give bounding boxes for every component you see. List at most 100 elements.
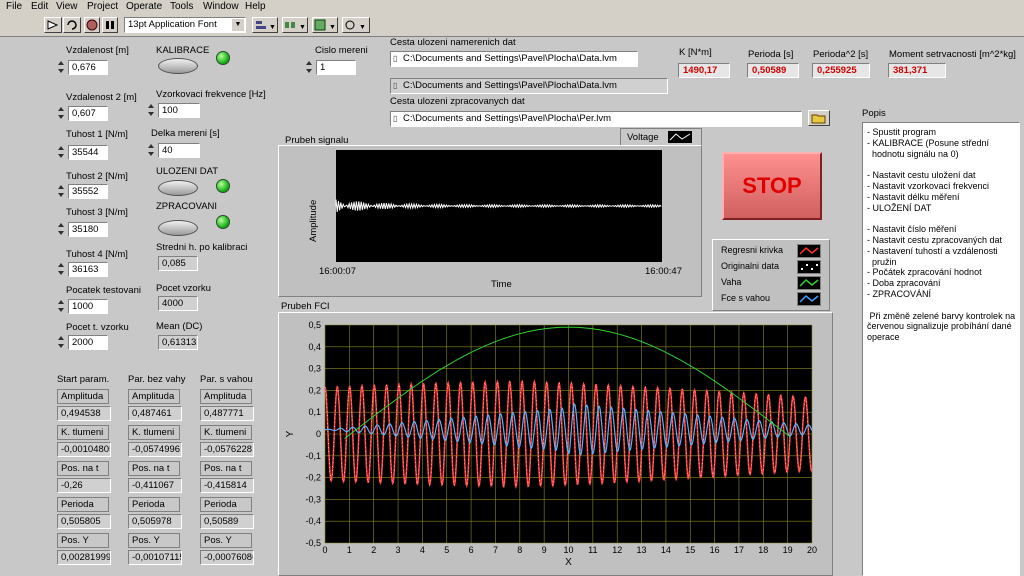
- menu-bar: File Edit View Project Operate Tools Win…: [0, 0, 1024, 14]
- legend-swatch[interactable]: [797, 260, 821, 274]
- param-label: K. tlumeni: [200, 425, 252, 440]
- param-label: K. tlumeni: [57, 425, 109, 440]
- x-tick-label: 14: [661, 545, 671, 555]
- pocet-label: Pocet t. vzorku: [66, 322, 129, 333]
- y-tick-label: 0,1: [308, 407, 321, 417]
- browse-folder-icon[interactable]: [808, 110, 830, 126]
- param-label: Amplituda: [200, 389, 252, 404]
- tuhost1-spinner[interactable]: [57, 145, 66, 160]
- tuhost4-spinner[interactable]: [57, 262, 66, 277]
- vzork-input[interactable]: 100: [158, 103, 200, 118]
- popis-line: [867, 159, 1015, 170]
- path-icon: ▯: [393, 81, 398, 90]
- pocet-spinner[interactable]: [57, 335, 66, 350]
- fci-chart: 0 1 2 3 4 5 6 7 8 9 10 11 12 13 14 15 16 17 18 19 200,50,40,…: [285, 320, 817, 568]
- x-tick-label: 7: [493, 545, 498, 555]
- signal-legend[interactable]: Voltage: [620, 128, 702, 146]
- tuhost3-input[interactable]: 35180: [68, 222, 108, 237]
- save-path-input[interactable]: ▯ C:\Documents and Settings\Pavel\Plocha\…: [390, 51, 638, 67]
- menu-window[interactable]: Window: [203, 1, 239, 12]
- menu-tools[interactable]: Tools: [170, 1, 193, 12]
- vzdalenost-input[interactable]: 0,676: [68, 60, 108, 75]
- menu-file[interactable]: File: [6, 1, 22, 12]
- menu-operate[interactable]: Operate: [126, 1, 162, 12]
- tuhost2-spinner[interactable]: [57, 184, 66, 199]
- run-continuously-icon[interactable]: [63, 17, 81, 33]
- menu-project[interactable]: Project: [87, 1, 118, 12]
- run-arrow-icon[interactable]: [44, 17, 62, 33]
- menu-help[interactable]: Help: [245, 1, 266, 12]
- cislo-spinner[interactable]: [305, 60, 314, 75]
- signal-chart-frame: Amplitude 16:00:07 16:00:47 Time: [278, 145, 702, 297]
- toolbar: 13pt Application Font ▼ ▼ ▼ ▼ ▼: [0, 14, 1024, 37]
- vzork-spinner[interactable]: [147, 103, 156, 118]
- param-label: Pos. Y: [57, 533, 109, 548]
- stop-button[interactable]: STOP: [722, 152, 822, 220]
- resize-icon[interactable]: ▼: [312, 17, 338, 33]
- legend-swatch[interactable]: [797, 292, 821, 306]
- legend-label: Vaha: [721, 277, 742, 287]
- distribute-icon[interactable]: ▼: [282, 17, 308, 33]
- delka-label: Delka mereni [s]: [151, 128, 220, 139]
- abort-icon[interactable]: [84, 17, 100, 33]
- param-value: -0,00107115: [128, 550, 182, 565]
- cislo-input[interactable]: 1: [316, 60, 356, 75]
- align-icon[interactable]: ▼: [252, 17, 278, 33]
- popis-textbox[interactable]: - Spustit program - KALIBRACE (Posune stř…: [862, 122, 1020, 576]
- param-value: -0,00104805: [57, 442, 111, 457]
- pocet-input[interactable]: 2000: [68, 335, 108, 350]
- delka-spinner[interactable]: [147, 143, 156, 158]
- x-tick-label: 19: [783, 545, 793, 555]
- param-value: -0,0576228: [200, 442, 254, 457]
- param-label: Perioda: [200, 497, 252, 512]
- chevron-down-icon[interactable]: ▼: [232, 19, 244, 31]
- tuhost2-label: Tuhost 2 [N/m]: [66, 171, 128, 182]
- popis-line: - Nastavit délku měření: [867, 191, 960, 202]
- font-select[interactable]: 13pt Application Font ▼: [124, 17, 246, 33]
- pause-icon[interactable]: [102, 17, 118, 33]
- pocetvz-label: Pocet vzorku: [156, 283, 211, 294]
- signal-x-end: 16:00:47: [645, 266, 682, 277]
- menu-edit[interactable]: Edit: [31, 1, 48, 12]
- menu-view[interactable]: View: [56, 1, 78, 12]
- proc-path-input[interactable]: ▯ C:\Documents and Settings\Pavel\Plocha\…: [390, 111, 802, 127]
- x-tick-label: 17: [734, 545, 744, 555]
- x-tick-label: 9: [542, 545, 547, 555]
- legend-swatch[interactable]: [797, 276, 821, 290]
- param-value: 0,00281999: [57, 550, 111, 565]
- font-select-value: 13pt Application Font: [128, 19, 217, 30]
- ulozeni-button[interactable]: [158, 180, 198, 196]
- popis-line: operace: [867, 332, 900, 343]
- kalibrace-button[interactable]: [158, 58, 198, 74]
- pocatek-input[interactable]: 1000: [68, 299, 108, 314]
- reorder-icon[interactable]: ▼: [342, 17, 370, 33]
- param-value: 0,494538: [57, 406, 111, 421]
- zpracovani-button[interactable]: [158, 220, 198, 236]
- tuhost1-input[interactable]: 35544: [68, 145, 108, 160]
- tuhost2-input[interactable]: 35552: [68, 184, 108, 199]
- k-label: K [N*m]: [679, 47, 712, 58]
- vzdalenost2-input[interactable]: 0,607: [68, 106, 108, 121]
- tuhost3-spinner[interactable]: [57, 222, 66, 237]
- signal-ylabel: Amplitude: [308, 199, 319, 242]
- svg-text:▼: ▼: [359, 24, 366, 31]
- tuhost3-label: Tuhost 3 [N/m]: [66, 207, 128, 218]
- popis-line: [867, 300, 1015, 311]
- legend-swatch[interactable]: [797, 244, 821, 258]
- fci-chart-title: Prubeh FCI: [281, 301, 330, 312]
- pocatek-spinner[interactable]: [57, 299, 66, 314]
- vzdalenost2-spinner[interactable]: [57, 106, 66, 121]
- vzdalenost-spinner[interactable]: [57, 60, 66, 75]
- tuhost4-input[interactable]: 36163: [68, 262, 108, 277]
- popis-line: - Spustit program: [867, 127, 937, 137]
- y-tick-label: 0,4: [308, 342, 321, 352]
- kalibrace-led: [216, 51, 230, 65]
- delka-input[interactable]: 40: [158, 143, 200, 158]
- x-tick-label: 2: [371, 545, 376, 555]
- fci-legend: Regresni krivka Originalni data Vaha Fce s …: [712, 239, 830, 311]
- popis-line: - Nastavení tuhostí a vzdálenosti: [867, 245, 998, 256]
- ulozeni-led: [216, 179, 230, 193]
- save-path-indicator: ▯ C:\Documents and Settings\Pavel\Plocha\…: [390, 78, 668, 94]
- svg-text:▼: ▼: [269, 24, 276, 31]
- signal-legend-label: Voltage: [627, 132, 659, 143]
